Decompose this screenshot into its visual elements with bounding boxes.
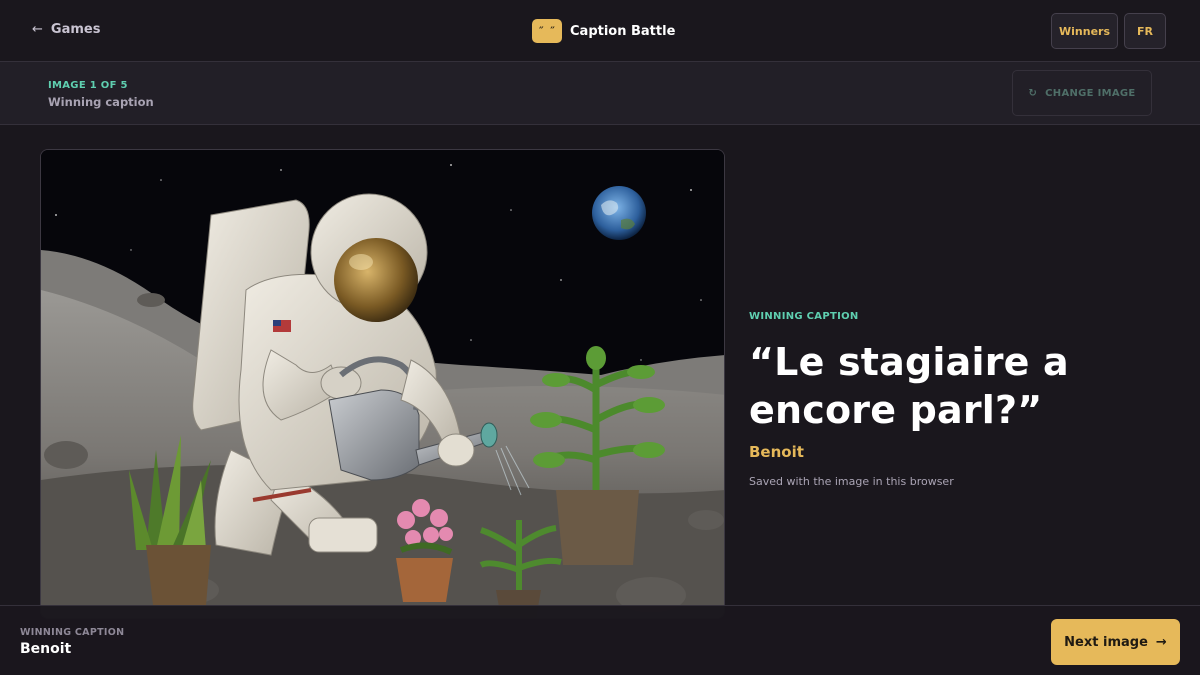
bottom-footer: WINNING CAPTION Benoit Next image → [0, 605, 1200, 675]
winning-caption-text: “Le stagiaire a encore parl?” [749, 340, 1069, 432]
arrow-left-icon: ← [32, 22, 43, 37]
footer-winner-name: Benoit [20, 641, 72, 657]
caption-author: Benoit [749, 443, 804, 461]
image-counter: IMAGE 1 OF 5 [48, 80, 128, 91]
refresh-icon: ↻ [1028, 87, 1038, 99]
caption-label: WINNING CAPTION [749, 311, 859, 322]
change-image-label: CHANGE IMAGE [1045, 87, 1136, 99]
winners-button[interactable]: Winners [1051, 13, 1118, 49]
main-image [40, 149, 725, 619]
footer-label: WINNING CAPTION [20, 627, 125, 638]
back-label: Games [50, 22, 101, 37]
language-button[interactable]: FR [1124, 13, 1166, 49]
top-header: ← Games ˝ ˝ Caption Battle Winners FR [0, 0, 1200, 62]
astronaut-watering-plants-image [41, 150, 724, 618]
caption-note: Saved with the image in this browser [749, 475, 954, 488]
arrow-right-icon: → [1155, 634, 1167, 650]
quote-logo-icon: ˝ ˝ [532, 19, 562, 43]
next-image-label: Next image [1064, 634, 1148, 650]
image-subbar: IMAGE 1 OF 5 Winning caption ↻ CHANGE IM… [0, 62, 1200, 125]
brand: ˝ ˝ Caption Battle [532, 19, 675, 43]
back-to-games-link[interactable]: ← Games [32, 22, 100, 37]
subbar-subtitle: Winning caption [48, 95, 154, 109]
next-image-button[interactable]: Next image → [1051, 619, 1180, 665]
change-image-button[interactable]: ↻ CHANGE IMAGE [1012, 70, 1152, 116]
app-title: Caption Battle [570, 23, 676, 39]
